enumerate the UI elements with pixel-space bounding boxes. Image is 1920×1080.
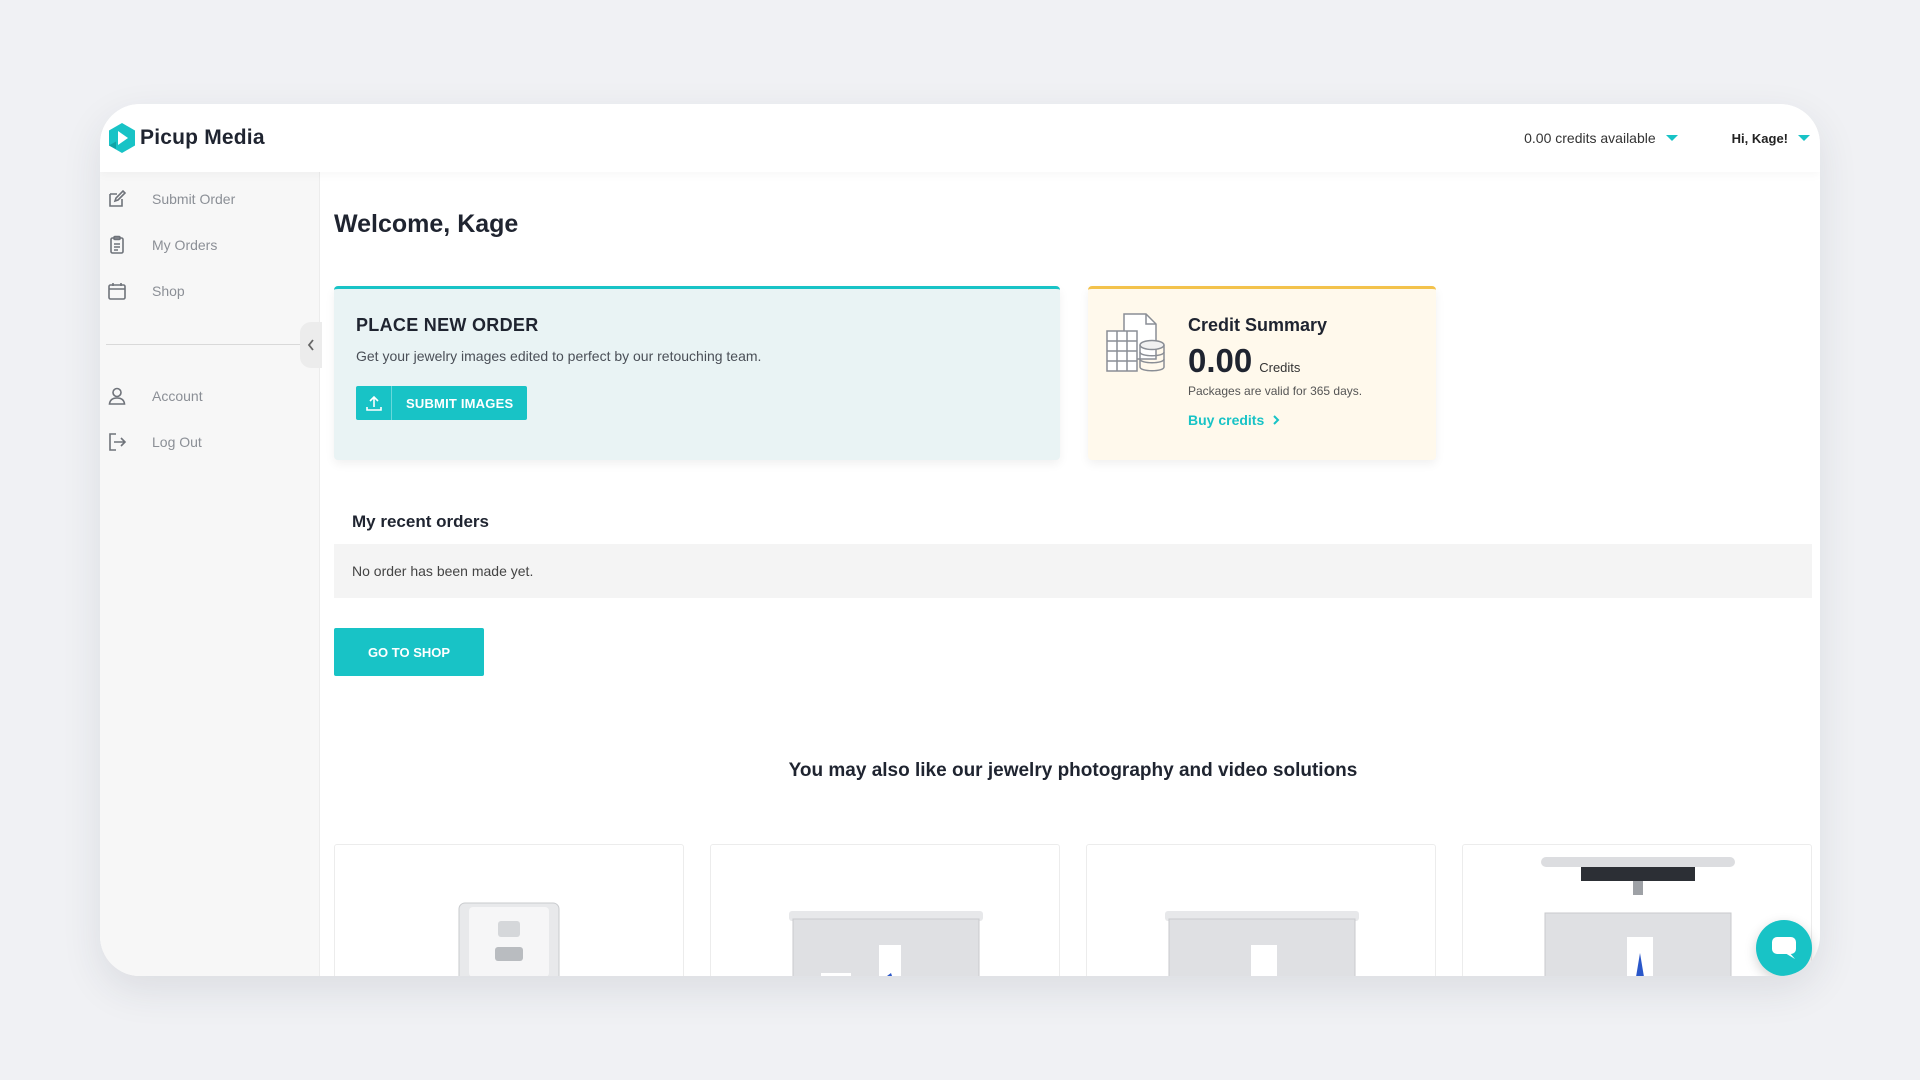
order-card-description: Get your jewelry images edited to perfec… — [356, 348, 762, 364]
sidebar-divider — [106, 344, 306, 345]
sidebar-item-logout[interactable]: Log Out — [100, 419, 319, 465]
credit-unit: Credits — [1259, 360, 1301, 375]
submit-images-button[interactable]: SUBMIT IMAGES — [356, 386, 528, 420]
sidebar-item-shop[interactable]: Shop — [100, 268, 319, 314]
top-bar: Picup Media 0.00 credits available Hi, K… — [100, 104, 1820, 172]
chevron-left-icon — [307, 339, 314, 351]
submit-images-label: SUBMIT IMAGES — [406, 395, 514, 411]
sidebar-item-my-orders[interactable]: My Orders — [100, 222, 319, 268]
order-card-title: PLACE NEW ORDER — [356, 315, 539, 335]
logout-icon — [109, 433, 127, 451]
user-greeting: Hi, Kage! — [1731, 130, 1788, 146]
product-card[interactable] — [334, 844, 684, 976]
place-order-card: PLACE NEW ORDER Get your jewelry images … — [334, 286, 1060, 460]
recommendations-heading: You may also like our jewelry photograph… — [788, 760, 1358, 781]
buy-credits-link[interactable]: Buy credits — [1188, 412, 1362, 428]
chat-button[interactable] — [1756, 920, 1812, 976]
credits-dropdown[interactable]: 0.00 credits available — [1524, 130, 1678, 146]
go-to-shop-button[interactable]: GO TO SHOP — [334, 628, 484, 676]
buy-credits-label: Buy credits — [1188, 412, 1265, 428]
recent-orders-title: My recent orders — [352, 512, 489, 531]
chevron-right-icon — [1273, 415, 1280, 425]
sidebar-item-label: My Orders — [152, 237, 218, 253]
recent-orders-empty-row: No order has been made yet. — [334, 544, 1812, 598]
picup-logo-icon — [109, 123, 135, 153]
caret-down-icon — [1798, 135, 1810, 141]
user-icon — [108, 387, 126, 405]
recent-orders-empty-text: No order has been made yet. — [352, 563, 534, 579]
logo[interactable]: Picup Media — [106, 121, 265, 155]
sidebar-collapse-button[interactable] — [300, 322, 322, 368]
credit-summary-title: Credit Summary — [1188, 315, 1328, 335]
main-content: Welcome, Kage PLACE NEW ORDER Get your j… — [334, 172, 1814, 976]
credit-validity-note: Packages are valid for 365 days. — [1188, 384, 1363, 398]
chat-bubble-icon — [1772, 937, 1796, 959]
clipboard-icon — [110, 235, 124, 254]
caret-down-icon — [1665, 135, 1678, 141]
sidebar-item-label: Account — [152, 388, 203, 404]
turntable-device-icon — [458, 902, 560, 976]
sidebar-item-label: Submit Order — [152, 191, 236, 207]
photo-booth-icon — [1165, 911, 1359, 976]
sidebar: Submit Order My Orders Shop Account Log … — [100, 172, 322, 976]
credits-label: 0.00 credits available — [1524, 130, 1656, 146]
user-dropdown[interactable]: Hi, Kage! — [1732, 131, 1810, 146]
brand-name: Picup Media — [140, 126, 265, 149]
shop-icon — [108, 283, 126, 300]
spreadsheet-coins-icon — [1106, 313, 1165, 372]
sidebar-item-account[interactable]: Account — [100, 373, 319, 419]
app-window: Picup Media 0.00 credits available Hi, K… — [100, 104, 1820, 976]
product-card[interactable] — [710, 844, 1060, 976]
sidebar-item-submit-order[interactable]: Submit Order — [100, 176, 319, 222]
sidebar-item-label: Shop — [152, 283, 185, 299]
product-card[interactable] — [1086, 844, 1436, 976]
photo-booth-icon — [789, 911, 983, 976]
page-title: Welcome, Kage — [334, 210, 519, 238]
sidebar-item-label: Log Out — [152, 434, 202, 450]
credit-summary-card: Credit Summary 0.00 Credits Packages are… — [1088, 286, 1436, 460]
credit-amount: 0.00 — [1188, 342, 1253, 379]
upload-icon — [356, 386, 392, 420]
edit-icon — [109, 189, 127, 207]
